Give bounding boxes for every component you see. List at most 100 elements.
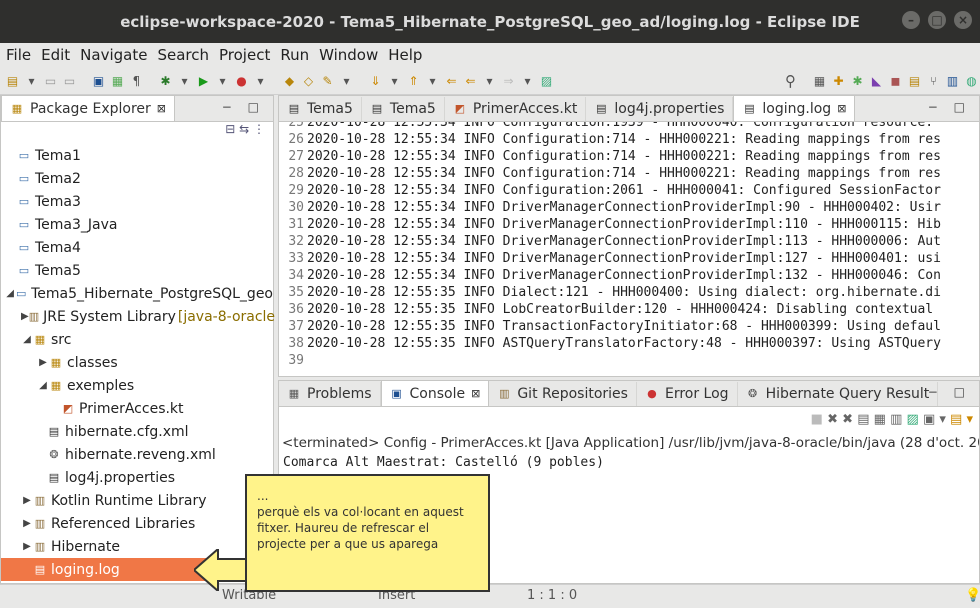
external-tools-icon[interactable]: ● — [233, 72, 250, 89]
toggle-icon[interactable]: ¶ — [128, 72, 145, 89]
tree-item-classes[interactable]: ▶ ▦ classes — [1, 351, 273, 374]
dropdown-icon[interactable]: ▾ — [252, 72, 269, 89]
forward-icon[interactable]: ⇒ — [500, 72, 517, 89]
hibernate-perspective-icon[interactable]: ◼ — [887, 72, 904, 89]
open-perspective-icon[interactable]: ▦ — [811, 72, 828, 89]
dropdown-icon[interactable]: ▾ — [481, 72, 498, 89]
open-type-icon[interactable]: ◆ — [281, 72, 298, 89]
log-editor[interactable]: 25 2020-10-28 12:55:34 INFO Configuration… — [279, 122, 979, 376]
run-icon[interactable]: ▶ — [195, 72, 212, 89]
debug-icon[interactable]: ✱ — [157, 72, 174, 89]
tree-item-tema2[interactable]: ▭ Tema2 — [1, 167, 273, 190]
tree-item-tema3[interactable]: ▭ Tema3 — [1, 190, 273, 213]
menu-help[interactable]: Help — [388, 46, 422, 64]
tab-tema5-a[interactable]: ▤ Tema5 — [279, 97, 362, 121]
dropdown-icon[interactable]: ▾ — [214, 72, 231, 89]
terminal-icon[interactable]: ▣ — [90, 72, 107, 89]
menu-file[interactable]: File — [6, 46, 31, 64]
console-min-max-controls[interactable]: − □ — [928, 385, 971, 399]
tab-problems[interactable]: ▦ Problems — [279, 382, 381, 406]
scroll-lock-icon[interactable]: ▦ — [874, 412, 886, 427]
dropdown-icon[interactable]: ▾ — [424, 72, 441, 89]
tab-console[interactable]: ▣ Console ⊠ — [380, 380, 490, 406]
save-all-icon[interactable]: ▭ — [61, 72, 78, 89]
java-ee-perspective-icon[interactable]: ▥ — [944, 72, 961, 89]
dropdown-icon[interactable]: ▾ — [338, 72, 355, 89]
back-icon[interactable]: ⇐ — [443, 72, 460, 89]
tab-primeracces-kt[interactable]: ◩ PrimerAcces.kt — [445, 97, 587, 121]
pin-editor-icon[interactable]: ▨ — [538, 72, 555, 89]
tree-item-tema1[interactable]: ▭ Tema1 — [1, 144, 273, 167]
tab-hibernate-query-result[interactable]: ❂ Hibernate Query Result — [738, 382, 939, 406]
git-perspective-icon[interactable]: ⑂ — [925, 72, 942, 89]
kotlin-perspective-icon[interactable]: ◣ — [868, 72, 885, 89]
menu-project[interactable]: Project — [219, 46, 270, 64]
resource-perspective-icon[interactable]: ▤ — [906, 72, 923, 89]
tree-item-tema4[interactable]: ▭ Tema4 — [1, 236, 273, 259]
expanded-arrow-icon[interactable]: ◢ — [21, 334, 33, 345]
pin-console-icon[interactable]: ▨ — [907, 412, 919, 427]
tree-item-hibernate-reveng[interactable]: ❂ hibernate.reveng.xml — [1, 443, 273, 466]
tab-package-explorer[interactable]: ▦ Package Explorer ⊠ — [1, 95, 175, 121]
tab-log4j-properties[interactable]: ▤ log4j.properties — [586, 97, 734, 121]
tree-item-tema5[interactable]: ▭ Tema5 — [1, 259, 273, 282]
menu-run[interactable]: Run — [280, 46, 309, 64]
new-console-icon[interactable]: ▤ ▾ — [950, 412, 973, 427]
console-output[interactable]: Comarca Alt Maestrat: Castelló (9 pobles… — [279, 453, 979, 473]
close-window-button[interactable]: × — [954, 11, 972, 29]
new-icon[interactable]: ▤ — [4, 72, 21, 89]
tree-item-log4j-properties[interactable]: ▤ log4j.properties — [1, 466, 273, 489]
next-annotation-icon[interactable]: ⇓ — [367, 72, 384, 89]
word-wrap-icon[interactable]: ▥ — [890, 412, 902, 427]
close-icon[interactable]: ⊠ — [157, 102, 166, 115]
dropdown-icon[interactable]: ▾ — [519, 72, 536, 89]
remove-all-icon[interactable]: ✖ — [842, 412, 853, 427]
view-menu-icon[interactable]: ⋮ — [253, 122, 265, 136]
collapsed-arrow-icon[interactable]: ▶ — [21, 541, 33, 552]
clear-console-icon[interactable]: ▤ — [857, 412, 869, 427]
tab-error-log[interactable]: ● Error Log — [637, 382, 738, 406]
remove-launch-icon[interactable]: ✖ — [827, 412, 838, 427]
terminate-icon[interactable]: ■ — [811, 412, 823, 427]
menu-edit[interactable]: Edit — [41, 46, 70, 64]
tree-item-tema5-hibernate[interactable]: ◢ ▭ Tema5_Hibernate_PostgreSQL_geo — [1, 282, 273, 305]
prev-annotation-icon[interactable]: ⇑ — [405, 72, 422, 89]
tree-item-kotlin-runtime[interactable]: ▶ ▥ Kotlin Runtime Library — [1, 489, 273, 512]
collapsed-arrow-icon[interactable]: ▶ — [21, 311, 29, 322]
tree-item-exemples[interactable]: ◢ ▦ exemples — [1, 374, 273, 397]
notification-bulb-icon[interactable]: 💡 — [965, 588, 980, 603]
tree-item-jre-system-library[interactable]: ▶ ▥ JRE System Library [java-8-oracle — [1, 305, 275, 328]
tree-item-primeracces-kt[interactable]: ◩ PrimerAcces.kt — [1, 397, 273, 420]
menu-window[interactable]: Window — [319, 46, 378, 64]
maximize-window-button[interactable]: □ — [928, 11, 946, 29]
collapsed-arrow-icon[interactable]: ▶ — [21, 518, 33, 529]
debug-perspective-icon[interactable]: ✱ — [849, 72, 866, 89]
database-perspective-icon[interactable]: ◍ — [963, 72, 980, 89]
editor-min-max-controls[interactable]: − □ — [928, 100, 971, 114]
view-min-max-controls[interactable]: − □ — [222, 100, 265, 114]
tree-item-tema3-java[interactable]: ▭ Tema3_Java — [1, 213, 273, 236]
collapsed-arrow-icon[interactable]: ▶ — [37, 357, 49, 368]
close-icon[interactable]: ⊠ — [471, 387, 480, 400]
menu-search[interactable]: Search — [157, 46, 209, 64]
display-console-icon[interactable]: ▣ ▾ — [923, 412, 946, 427]
skip-breakpoints-icon[interactable]: ▦ — [109, 72, 126, 89]
minimize-window-button[interactable]: – — [902, 11, 920, 29]
expanded-arrow-icon[interactable]: ◢ — [5, 288, 15, 299]
expanded-arrow-icon[interactable]: ◢ — [37, 380, 49, 391]
tab-loging-log[interactable]: ▤ loging.log ⊠ — [733, 95, 856, 121]
collapsed-arrow-icon[interactable]: ▶ — [21, 495, 33, 506]
tree-item-hibernate-cfg[interactable]: ▤ hibernate.cfg.xml — [1, 420, 273, 443]
tree-item-referenced-libraries[interactable]: ▶ ▥ Referenced Libraries — [1, 512, 273, 535]
back-history-icon[interactable]: ⇐ — [462, 72, 479, 89]
close-icon[interactable]: ⊠ — [837, 102, 846, 115]
link-with-editor-icon[interactable]: ⇆ — [239, 122, 249, 136]
collapse-all-icon[interactable]: ⊟ — [225, 122, 235, 136]
search-icon[interactable]: ⚲ — [782, 72, 799, 90]
wrench-icon[interactable]: ✎ — [319, 72, 336, 89]
tab-git-repositories[interactable]: ▥ Git Repositories — [489, 382, 637, 406]
tree-item-src[interactable]: ◢ ▦ src — [1, 328, 273, 351]
java-perspective-icon[interactable]: ✚ — [830, 72, 847, 89]
open-task-icon[interactable]: ◇ — [300, 72, 317, 89]
dropdown-icon[interactable]: ▾ — [176, 72, 193, 89]
